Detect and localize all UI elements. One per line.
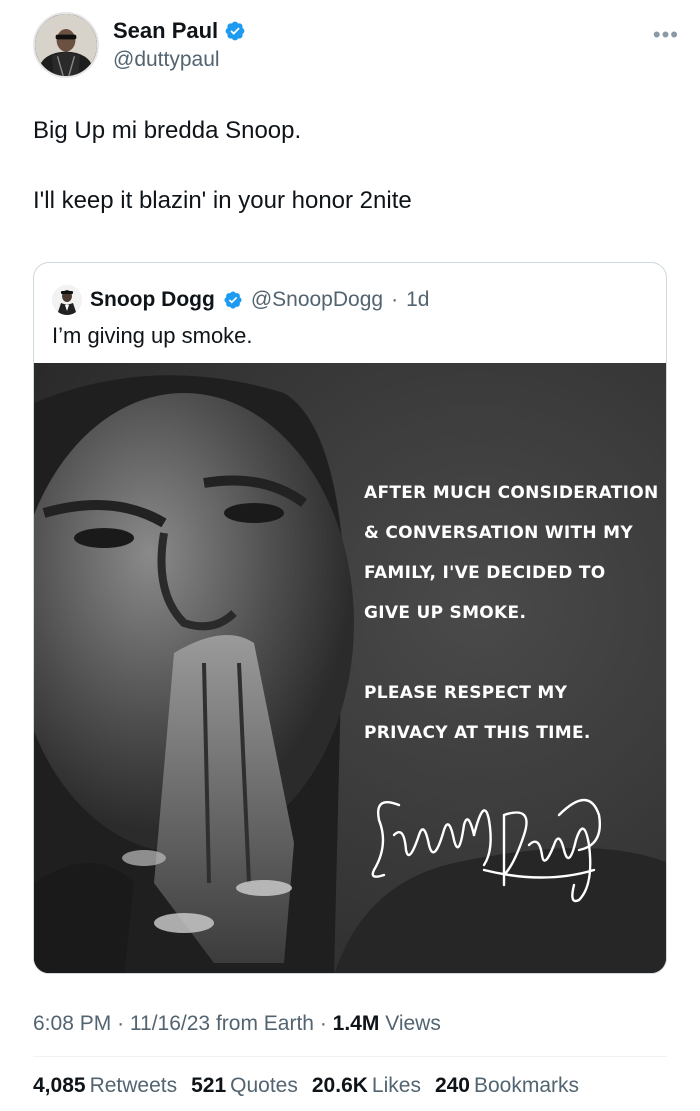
likes-count: 20.6K: [311, 1074, 368, 1097]
tweet-metadata: 6:08 PM · 11/16/23 from Earth · 1.4M Vie…: [33, 1012, 441, 1036]
engagement-stats: 4,085 Retweets 521 Quotes 20.6K Likes 240 Bo…: [33, 1074, 579, 1098]
quoted-separator: ·: [391, 288, 399, 311]
statement-line: Please respect my: [364, 683, 568, 703]
quoted-tweet-image[interactable]: After much consideration & conversation …: [34, 363, 666, 973]
tweet-line-1: Big Up mi bredda Snoop.: [33, 117, 302, 144]
quoted-verified-badge-icon: [224, 291, 242, 309]
views-count[interactable]: 1.4M: [333, 1012, 380, 1035]
statement-line: family, I've decided to: [364, 563, 606, 583]
likes-label: Likes: [371, 1074, 421, 1097]
quotes-label: Quotes: [230, 1074, 298, 1097]
quoted-tweet-header: Snoop Dogg @SnoopDogg · 1d: [52, 285, 429, 315]
likes-stat[interactable]: 20.6K Likes: [312, 1074, 421, 1098]
verified-badge-icon: [225, 21, 245, 41]
tweet-text: Big Up mi bredda Snoop. I'll keep it bla…: [33, 114, 653, 218]
author-avatar[interactable]: [33, 12, 99, 78]
more-horizontal-icon[interactable]: •••: [653, 22, 679, 48]
meta-separator: ·: [319, 1012, 327, 1035]
retweets-stat[interactable]: 4,085 Retweets: [33, 1074, 177, 1098]
tweet-header: Sean Paul @duttypaul •••: [33, 12, 678, 82]
bookmarks-count: 240: [434, 1074, 470, 1097]
statement-text: After much consideration & conversation …: [364, 473, 664, 753]
quotes-count: 521: [191, 1074, 227, 1097]
author-name[interactable]: Sean Paul: [113, 18, 218, 44]
quoted-author-handle[interactable]: @SnoopDogg: [251, 288, 383, 312]
statement-line: give up smoke.: [364, 603, 527, 623]
author-handle[interactable]: @duttypaul: [113, 48, 220, 72]
avatar-illustration: [35, 14, 97, 76]
quoted-tweet-card[interactable]: Snoop Dogg @SnoopDogg · 1d I’m giving up…: [33, 262, 667, 974]
bookmarks-label: Bookmarks: [474, 1074, 580, 1097]
tweet-date[interactable]: 11/16/23: [130, 1012, 210, 1035]
quoted-age[interactable]: 1d: [406, 288, 429, 312]
statement-block-2: Please respect my privacy at this time.: [364, 673, 664, 753]
quoted-tweet-text: I’m giving up smoke.: [52, 323, 253, 348]
retweets-label: Retweets: [89, 1074, 178, 1097]
tweet-line-2: I'll keep it blazin' in your honor 2nite: [33, 187, 412, 214]
statement-line: privacy at this time.: [364, 723, 591, 743]
quotes-stat[interactable]: 521 Quotes: [191, 1074, 298, 1098]
statement-line: & conversation with my: [364, 523, 634, 543]
tweet-time[interactable]: 6:08 PM: [33, 1012, 111, 1035]
quoted-author-name[interactable]: Snoop Dogg: [90, 288, 215, 312]
statement-line: After much consideration: [364, 483, 659, 503]
quoted-author-avatar[interactable]: [52, 285, 82, 315]
statement-block-1: After much consideration & conversation …: [364, 473, 664, 633]
divider: [33, 1056, 667, 1057]
tweet-location: from Earth: [215, 1012, 314, 1035]
quoted-avatar-illustration: [52, 285, 82, 315]
meta-separator: ·: [117, 1012, 125, 1035]
views-label: Views: [385, 1012, 441, 1035]
author-name-row: Sean Paul: [113, 18, 246, 44]
signature-icon: [371, 798, 601, 903]
bookmarks-stat[interactable]: 240 Bookmarks: [435, 1074, 579, 1098]
retweets-count: 4,085: [33, 1074, 86, 1097]
